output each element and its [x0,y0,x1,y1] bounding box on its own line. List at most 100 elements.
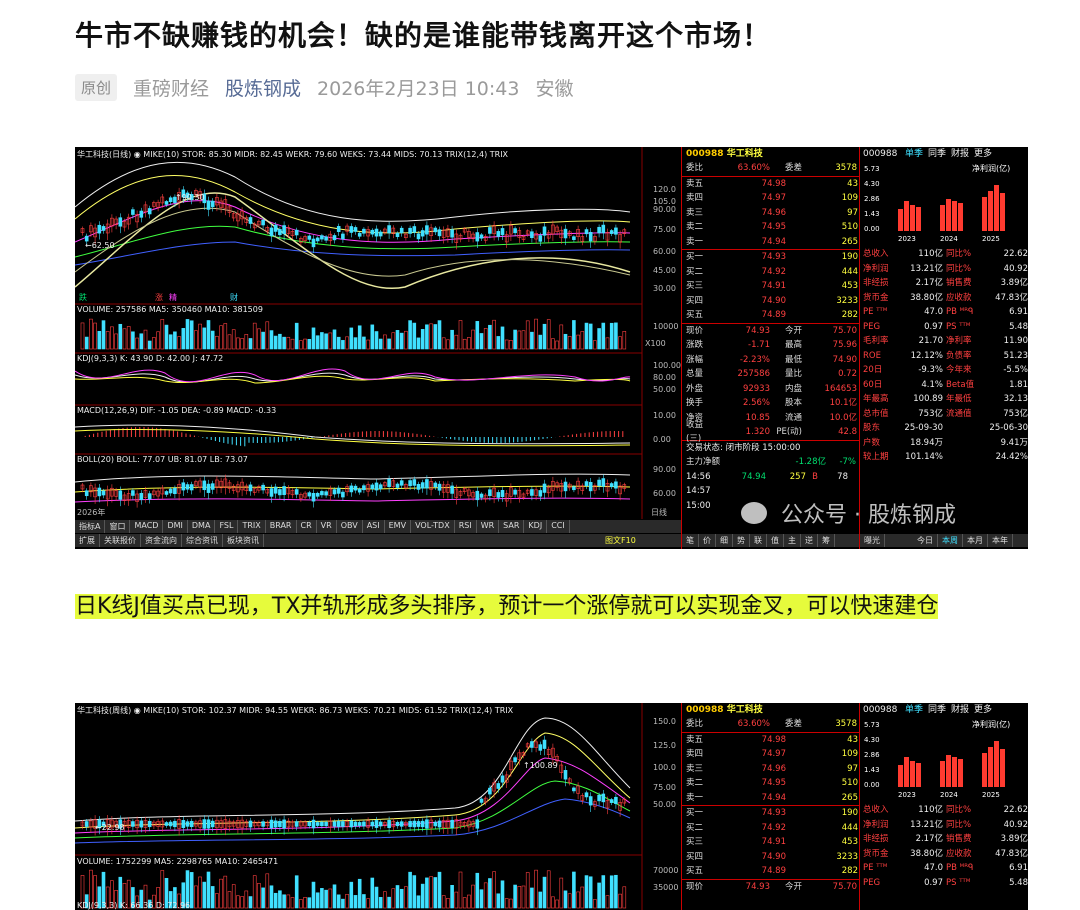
bottom-tab[interactable]: 综合资讯 [182,534,223,547]
candle [311,819,316,829]
candle [273,820,278,828]
fin-value: 2.17亿 [915,834,943,844]
profit-bar [910,205,915,231]
indicator-tab[interactable]: 指标A [75,520,106,533]
fin-value: 753亿 [1003,408,1028,419]
volume-bar [286,894,291,909]
quote-tab[interactable]: 筹 [818,534,835,547]
indicator-tab[interactable]: VR [317,520,337,533]
indicator-tab[interactable]: WR [477,520,500,533]
candle [425,225,429,235]
bottom-tab[interactable]: 资金流向 [141,534,182,547]
level-label: 卖一 [686,236,704,247]
quote-tab[interactable]: 价 [699,534,716,547]
candle [614,227,618,235]
indicator-tab[interactable]: DMI [163,520,188,533]
quote-tab[interactable]: 值 [767,534,784,547]
volume-bar [383,891,387,909]
bid-row: 买一 74.93 190 [682,806,860,821]
bid-row: 买一 74.93 190 [682,250,860,265]
candle [307,492,312,497]
quote-tab[interactable]: 笔 [682,534,699,547]
candle [601,793,606,803]
indicator-tab[interactable]: OBV [337,520,363,533]
indicator-tab[interactable]: RSI [455,520,477,533]
account-link[interactable]: 股炼钢成 [225,74,301,101]
indicator-tab[interactable]: VOL-TDX [411,520,455,533]
indicator-tab[interactable]: BRAR [266,520,297,533]
y-tick: 0.00 [864,781,880,789]
indicator-tab[interactable]: DMA [188,520,216,533]
profit-bar [946,755,951,787]
volume-bar [320,332,324,350]
level-label: 买五 [686,866,704,876]
volume-bar [412,322,417,350]
bottom-tab[interactable]: 扩展 [75,534,100,547]
volume-bar [483,882,488,909]
fin-value: 100.89 [913,394,943,404]
level-volume: 510 [841,778,858,788]
bottom-tab[interactable]: 板块资讯 [223,534,264,547]
level-label: 买三 [686,281,704,291]
boll-header: BOLL(20) BOLL: 77.07 UB: 81.07 LB: 73.07 [77,455,248,464]
volume-bar [231,884,236,909]
candle [530,489,534,496]
volume-bar [387,338,391,350]
y-tick: 5.73 [864,721,880,729]
year-label: 2023 [898,791,916,799]
fin-value: 22.62 [1003,249,1028,259]
indicator-tab[interactable]: TRIX [238,520,266,533]
indicator-tab[interactable]: FSL [215,520,239,533]
fin-label: PE ᵀᵀᴹ [863,863,888,873]
quote-tab[interactable]: 主 [784,534,801,547]
fin-value: 47.0 [924,863,943,873]
volume-header: VOLUME: 257586 MA5: 350460 MA10: 381509 [77,305,263,314]
quote-panel: 000988 华工科技 委比 63.60% 委差 3578 卖五 74.98 43 卖四 7… [681,703,860,910]
quote-tab[interactable]: 逆 [801,534,818,547]
financial-row: 户数 18.94万 9.41万 [860,436,1028,451]
quote-tab[interactable]: 细 [716,534,733,547]
volume-bar [378,338,383,350]
indicator-tab[interactable]: CR [297,520,317,533]
f10-button[interactable]: 图文F10 [605,535,636,546]
indicator-tab[interactable]: EMV [385,520,412,533]
quote-header: 000988 华工科技 [686,149,763,159]
quote-tab[interactable]: 势 [733,534,750,547]
macd-tick: 0.00 [653,435,671,444]
volume-bar [450,329,454,350]
quote-header: 000988 华工科技 [686,705,763,715]
volume-bar [353,895,358,909]
fin-value: 12.12% [910,350,943,361]
indicator-tab[interactable]: ASI [363,520,385,533]
volume-bar [349,327,354,350]
stat-label: 量比 [784,369,802,379]
indicator-tab[interactable]: 窗口 [105,520,131,533]
indicator-tab[interactable]: MACD [130,520,164,533]
candle [416,233,421,240]
volume-bar [471,884,475,909]
indicator-tab[interactable]: CCI [547,520,570,533]
candle [378,821,383,827]
level-label: 卖三 [686,207,704,218]
bottom-tab[interactable]: 关联报价 [100,534,141,547]
indicator-tab[interactable]: SAR [499,520,525,533]
fin-label: Beta值 [946,379,975,390]
y-tick: 1.43 [864,766,880,774]
financial-row: 毛利率 21.70 净利率 11.90 [860,334,1028,349]
indicator-tab[interactable]: KDJ [524,520,548,533]
volume-bar [408,871,412,909]
level-label: 卖四 [686,749,704,759]
level-label: 买一 [686,252,704,262]
year-label: 2025 [982,235,1000,243]
candle [601,224,606,234]
candle [416,821,421,827]
fin-label: 净利润 [863,819,889,830]
y-tick: 5.73 [864,165,880,173]
quote-tab[interactable]: 联 [750,534,767,547]
candle [173,820,177,828]
profit-bar [940,205,945,231]
candle [185,484,190,490]
candle [139,210,144,218]
volume-bar [315,335,320,350]
bid-row: 买五 74.89 282 [682,864,860,879]
